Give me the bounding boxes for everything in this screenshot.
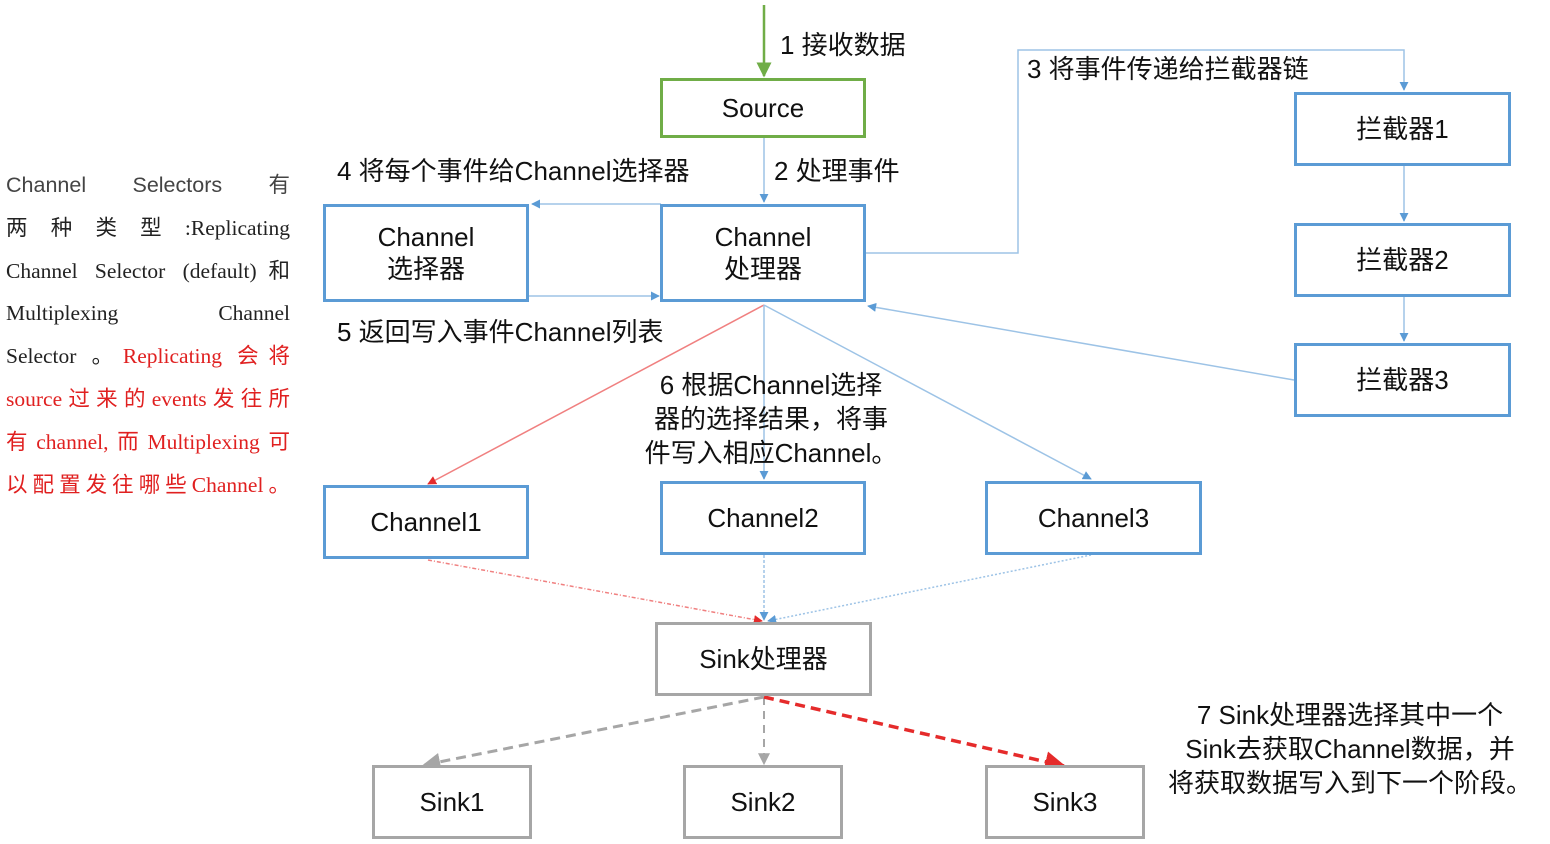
step2-label: 2 处理事件 (774, 156, 900, 186)
step7-line: Sink去获取Channel数据，并 (1185, 734, 1515, 764)
channel-processor-label: 处理器 (723, 254, 802, 284)
sink-processor-label: Sink处理器 (699, 644, 828, 674)
note-text-highlight: Replicating 会将 (122, 344, 290, 369)
sink2-node: Sink2 (683, 765, 843, 839)
note-line: Multiplexing Channel (6, 292, 290, 335)
sink-processor-node: Sink处理器 (655, 622, 872, 696)
step7-line: 将获取数据写入到下一个阶段。 (1167, 768, 1532, 798)
sink3-label: Sink3 (1032, 787, 1098, 817)
sink1-node: Sink1 (372, 765, 532, 839)
edge-channel3-to-sink-processor (767, 554, 1092, 624)
channel3-node: Channel3 (985, 481, 1202, 555)
note-text-highlight: 以配置发往哪些Channel。 (6, 472, 290, 497)
source-label: Source (721, 93, 805, 123)
note-line: Channel Selectors 有 (6, 164, 290, 207)
sink3-node: Sink3 (985, 765, 1145, 839)
edge-channel1-to-sink-processor (427, 559, 763, 624)
note-line: 两 种 类 型 :Replicating (6, 207, 290, 250)
channel-selector-label: Channel (377, 222, 475, 252)
note-text: Selector 。 (6, 344, 123, 369)
note-line: Channel Selector (default)和 (6, 250, 290, 293)
step6-line: 6 根据Channel选择 (659, 370, 883, 400)
step6-line: 件写入相应Channel。 (644, 438, 898, 468)
sink1-label: Sink1 (419, 787, 485, 817)
interceptor2-label: 拦截器2 (1356, 245, 1449, 275)
edge-interceptor3-to-processor (867, 302, 1295, 381)
step3-label: 3 将事件传递给拦截器链 (1027, 54, 1309, 84)
channel2-label: Channel2 (707, 503, 819, 533)
channel-processor-node: Channel 处理器 (660, 204, 866, 302)
step5-label: 5 返回写入事件Channel列表 (337, 317, 664, 347)
interceptor3-node: 拦截器3 (1294, 343, 1511, 417)
note-line: Selector 。Replicating 会将 (6, 335, 290, 378)
note-line: 以配置发往哪些Channel。 (6, 464, 290, 507)
channel3-label: Channel3 (1037, 503, 1150, 533)
note-text: Channel Selectors 有 (6, 173, 290, 197)
interceptor1-node: 拦截器1 (1294, 92, 1511, 166)
interceptor1-label: 拦截器1 (1356, 114, 1449, 144)
note-text-highlight: 有channel,而Multiplexing可 (6, 429, 290, 454)
note-text: Multiplexing Channel (6, 301, 290, 326)
channel-selector-label: 选择器 (386, 254, 465, 284)
note-line: 有channel,而Multiplexing可 (6, 421, 290, 464)
step6-line: 器的选择结果，将事 (653, 404, 888, 434)
sink2-label: Sink2 (730, 787, 796, 817)
interceptor3-label: 拦截器3 (1356, 365, 1449, 395)
channel2-node: Channel2 (660, 481, 866, 555)
step4-label: 4 将每个事件给Channel选择器 (337, 156, 690, 186)
step7-line: 7 Sink处理器选择其中一个 (1196, 700, 1504, 730)
note-text: 两 种 类 型 :Replicating (6, 215, 290, 240)
channel1-node: Channel1 (323, 485, 529, 559)
note-line: source过来的events发往所 (6, 378, 290, 421)
source-node: Source (660, 78, 866, 138)
note-text: Channel Selector (default)和 (6, 258, 290, 283)
note-text-highlight: source过来的events发往所 (6, 386, 290, 411)
channel-selectors-note: Channel Selectors 有 两 种 类 型 :Replicating… (6, 164, 290, 506)
step7-label: 7 Sink处理器选择其中一个 Sink去获取Channel数据，并 将获取数据… (1160, 698, 1540, 800)
channel-processor-label: Channel (714, 222, 812, 252)
edge-sink-processor-to-sink1 (422, 695, 765, 771)
step1-label: 1 接收数据 (780, 30, 906, 60)
channel-selector-node: Channel 选择器 (323, 204, 529, 302)
interceptor2-node: 拦截器2 (1294, 223, 1511, 297)
channel1-label: Channel1 (370, 507, 482, 537)
edge-sink-processor-to-sink3 (763, 695, 1067, 772)
step6-label: 6 根据Channel选择 器的选择结果，将事 件写入相应Channel。 (626, 368, 916, 470)
